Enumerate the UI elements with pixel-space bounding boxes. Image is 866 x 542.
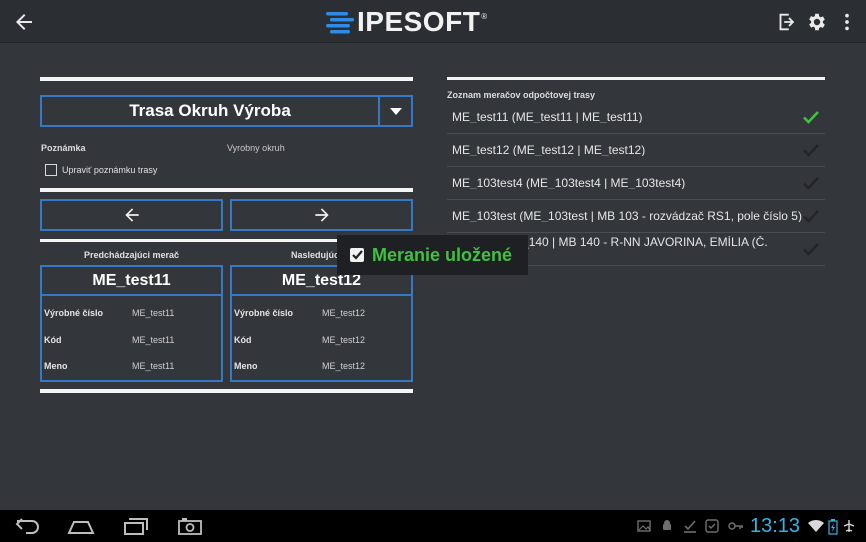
battery-charging-icon bbox=[828, 519, 838, 535]
section-divider bbox=[40, 188, 413, 192]
edit-note-checkbox-label: Upraviť poznámku trasy bbox=[62, 165, 158, 175]
checkmark-pending-icon bbox=[803, 144, 819, 157]
key-notification-icon bbox=[728, 522, 743, 530]
system-back-icon[interactable] bbox=[14, 516, 42, 536]
arrow-left-icon bbox=[124, 208, 139, 222]
route-dropdown[interactable]: Trasa Okruh Výroba bbox=[40, 95, 413, 127]
system-nav-bar: 13:13 bbox=[0, 510, 866, 542]
note-label: Poznámka bbox=[41, 143, 86, 153]
edit-note-checkbox[interactable]: Upraviť poznámku trasy bbox=[45, 164, 157, 176]
checkbox-unchecked-icon[interactable] bbox=[45, 164, 57, 176]
meter-list-item-text: ME_103test4 (ME_103test4 | ME_103test4) bbox=[452, 177, 686, 189]
screenshot-camera-icon[interactable] bbox=[177, 516, 203, 536]
previous-meter-name: ME_test11 bbox=[40, 265, 223, 296]
meter-list-item[interactable]: ME_103test4 (ME_103test4 | ME_103test4) bbox=[447, 167, 825, 200]
detail-key: Meno bbox=[44, 361, 68, 371]
route-selected-value: Trasa Okruh Výroba bbox=[129, 101, 291, 120]
logout-icon[interactable] bbox=[775, 11, 797, 33]
android-notification-icon bbox=[663, 520, 671, 530]
detail-key: Kód bbox=[234, 335, 252, 345]
meter-list-item[interactable]: ME_103test (ME_103test | MB 103 - rozvád… bbox=[447, 200, 825, 233]
detail-key: Výrobné číslo bbox=[44, 308, 104, 318]
previous-meter-title: Predchádzajúci merač bbox=[83, 250, 180, 260]
download-done-notification-icon bbox=[684, 520, 696, 533]
checkmark-pending-icon bbox=[803, 243, 819, 256]
section-divider bbox=[40, 389, 413, 393]
detail-value: ME_test12 bbox=[322, 335, 366, 345]
ipesoft-logo: IPESOFT ® bbox=[326, 8, 487, 36]
detail-value: ME_test12 bbox=[322, 361, 366, 371]
airplane-mode-icon bbox=[843, 520, 855, 532]
detail-value: ME_test11 bbox=[132, 335, 175, 345]
action-bar: IPESOFT ® bbox=[0, 0, 866, 43]
next-meter-details: Výrobné číslo ME_test12 Kód ME_test12 Me… bbox=[230, 296, 413, 382]
checkmark-pending-icon bbox=[803, 177, 819, 190]
detail-value: ME_test12 bbox=[322, 308, 366, 318]
meter-list-header: Zoznam meračov odpočtovej trasy bbox=[447, 90, 596, 100]
system-recents-icon[interactable] bbox=[122, 516, 150, 536]
route-dropdown-button[interactable] bbox=[378, 97, 411, 125]
detail-key: Výrobné číslo bbox=[234, 308, 294, 318]
meter-list-item-text: ME_test12 (ME_test12 | ME_test12) bbox=[452, 144, 646, 156]
detail-key: Kód bbox=[44, 335, 62, 345]
note-value: Vyrobny okruh bbox=[227, 143, 285, 153]
checkmark-pending-icon bbox=[803, 210, 819, 223]
detail-value: ME_test11 bbox=[132, 308, 175, 318]
detail-value: ME_test11 bbox=[132, 361, 175, 371]
meter-list-item-text: ME_103test (ME_103test | MB 103 - rozvád… bbox=[452, 210, 802, 222]
dropdown-triangle-icon bbox=[389, 107, 402, 115]
section-divider bbox=[447, 77, 825, 80]
back-arrow-icon[interactable] bbox=[12, 10, 36, 34]
toast-text: Meranie uložené bbox=[372, 244, 513, 265]
gear-icon[interactable] bbox=[806, 11, 828, 33]
meter-list-item-text: ME_test11 (ME_test11 | ME_test11) bbox=[452, 111, 643, 123]
checkbox-checked-icon bbox=[350, 248, 364, 262]
detail-key: Meno bbox=[234, 361, 258, 371]
logo-text: IPESOFT bbox=[357, 6, 481, 37]
gallery-notification-icon bbox=[637, 520, 651, 532]
system-home-icon[interactable] bbox=[66, 516, 96, 536]
checkmark-done-icon bbox=[803, 111, 819, 124]
next-meter-button[interactable] bbox=[230, 199, 413, 231]
logo-registered-mark: ® bbox=[481, 12, 488, 21]
update-notification-icon bbox=[705, 519, 719, 533]
wifi-icon bbox=[808, 519, 824, 532]
overflow-menu-icon[interactable] bbox=[836, 11, 858, 33]
saved-toast: Meranie uložené bbox=[337, 235, 528, 275]
ipesoft-logo-mark-icon bbox=[326, 12, 354, 34]
meter-list-item[interactable]: ME_test11 (ME_test11 | ME_test11) bbox=[447, 101, 825, 134]
meter-list-item[interactable]: ME_test12 (ME_test12 | ME_test12) bbox=[447, 134, 825, 167]
previous-meter-button[interactable] bbox=[40, 199, 223, 231]
arrow-right-icon bbox=[314, 208, 329, 222]
status-clock: 13:13 bbox=[750, 515, 801, 537]
previous-meter-details: Výrobné číslo ME_test11 Kód ME_test11 Me… bbox=[40, 296, 223, 382]
section-divider bbox=[40, 77, 413, 81]
